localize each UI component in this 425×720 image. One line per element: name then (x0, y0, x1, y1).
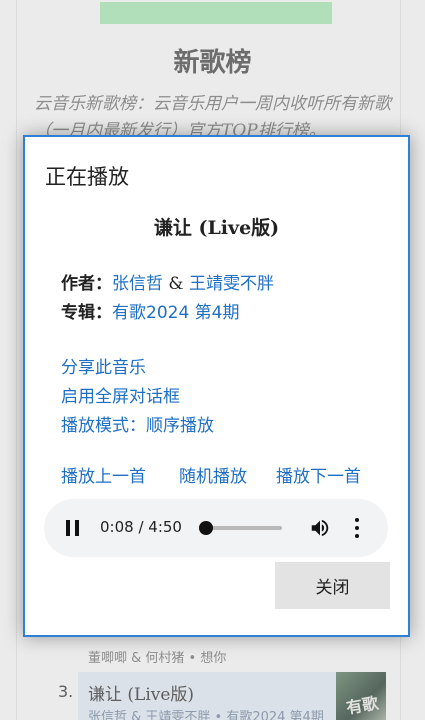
share-link[interactable]: 分享此音乐 (61, 353, 146, 378)
now-playing-dialog: 正在播放 谦让 (Live版) 作者：张信哲 & 王靖雯不胖 专辑：有歌2024… (23, 135, 410, 637)
artist-label: 作者： (61, 274, 112, 294)
next-track-button[interactable]: 播放下一首 (276, 462, 361, 487)
album-link[interactable]: 有歌2024 第4期 (112, 303, 239, 323)
dialog-heading: 正在播放 (45, 165, 129, 189)
seek-handle[interactable] (199, 521, 213, 535)
close-button[interactable]: 关闭 (275, 562, 390, 609)
audio-player: 0:08 / 4:50 (44, 499, 388, 557)
more-options-icon[interactable] (354, 518, 360, 538)
seek-slider[interactable] (199, 521, 282, 535)
time-display: 0:08 / 4:50 (100, 518, 182, 536)
fullscreen-link[interactable]: 启用全屏对话框 (61, 382, 180, 407)
play-mode-link[interactable]: 播放模式：顺序播放 (61, 411, 214, 436)
song-title: 谦让 (Live版) (153, 217, 280, 239)
album-label: 专辑： (61, 303, 112, 323)
prev-track-button[interactable]: 播放上一首 (61, 462, 146, 487)
shuffle-button[interactable]: 随机播放 (179, 462, 247, 487)
pause-icon[interactable] (66, 520, 80, 536)
artist-link-1[interactable]: 张信哲 (112, 274, 163, 294)
volume-icon[interactable] (309, 517, 331, 539)
artist-line: 作者：张信哲 & 王靖雯不胖 (61, 269, 274, 294)
album-line: 专辑：有歌2024 第4期 (61, 298, 239, 323)
artist-link-2[interactable]: 王靖雯不胖 (189, 274, 274, 294)
artist-separator: & (163, 274, 189, 294)
